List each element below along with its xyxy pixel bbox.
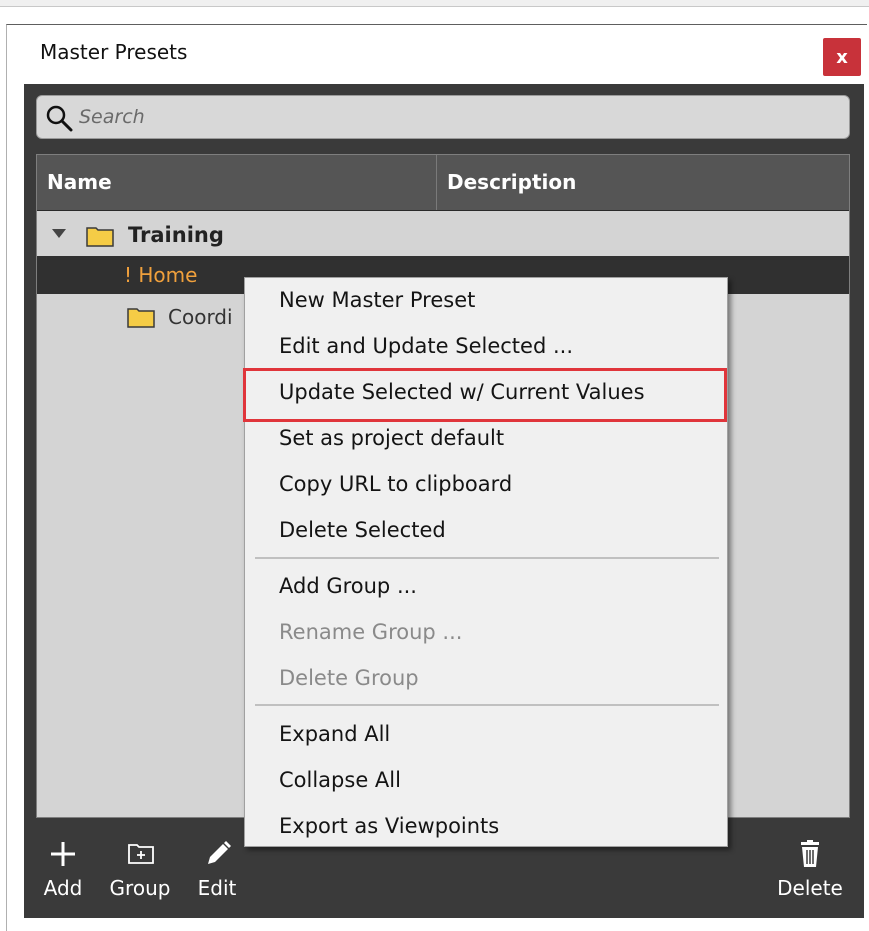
folder-icon <box>86 227 114 247</box>
expand-caret-icon[interactable] <box>52 229 66 238</box>
context-menu: New Master Preset Edit and Update Select… <box>243 277 728 847</box>
close-button[interactable]: x <box>823 38 861 76</box>
edit-label: Edit <box>197 876 237 900</box>
add-label: Add <box>43 876 83 900</box>
menu-item-expand-all[interactable]: Expand All <box>279 722 390 746</box>
menu-item-delete-selected[interactable]: Delete Selected <box>279 518 446 542</box>
folder-icon <box>127 308 155 328</box>
tree-group-label: Training <box>128 223 224 247</box>
column-header-row: Name Description <box>37 155 849 211</box>
group-label: Group <box>109 876 171 900</box>
delete-button[interactable]: Delete <box>776 838 844 904</box>
menu-item-edit-and-update[interactable]: Edit and Update Selected ... <box>279 334 573 358</box>
menu-item-rename-group: Rename Group ... <box>279 620 463 644</box>
add-button[interactable]: Add <box>40 838 86 904</box>
menu-item-update-selected[interactable]: Update Selected w/ Current Values <box>279 380 645 404</box>
group-button[interactable]: Group <box>108 838 172 904</box>
trash-icon <box>801 840 819 867</box>
menu-item-collapse-all[interactable]: Collapse All <box>279 768 401 792</box>
edit-button[interactable]: Edit <box>194 838 240 904</box>
plus-icon <box>51 842 75 866</box>
tree-subgroup-label[interactable]: Coordi <box>168 305 248 329</box>
search-input[interactable]: Search <box>36 95 850 139</box>
menu-item-new-master-preset[interactable]: New Master Preset <box>279 288 475 312</box>
delete-label: Delete <box>777 876 843 900</box>
search-icon <box>46 105 73 132</box>
pencil-icon <box>208 841 231 864</box>
column-header-name[interactable]: Name <box>37 155 436 210</box>
search-placeholder: Search <box>79 106 145 128</box>
dialog-title: Master Presets <box>40 40 188 64</box>
menu-item-set-project-default[interactable]: Set as project default <box>279 426 504 450</box>
menu-item-export-viewpoints[interactable]: Export as Viewpoints <box>279 814 499 838</box>
menu-item-copy-url[interactable]: Copy URL to clipboard <box>279 472 512 496</box>
window-top-edge <box>0 0 869 7</box>
menu-item-delete-group: Delete Group <box>279 666 419 690</box>
add-folder-icon <box>128 844 154 864</box>
column-header-description[interactable]: Description <box>437 155 849 210</box>
menu-separator <box>255 704 719 706</box>
menu-separator <box>255 557 719 559</box>
tree-item-label: ! Home <box>124 263 198 287</box>
menu-item-add-group[interactable]: Add Group ... <box>279 574 417 598</box>
